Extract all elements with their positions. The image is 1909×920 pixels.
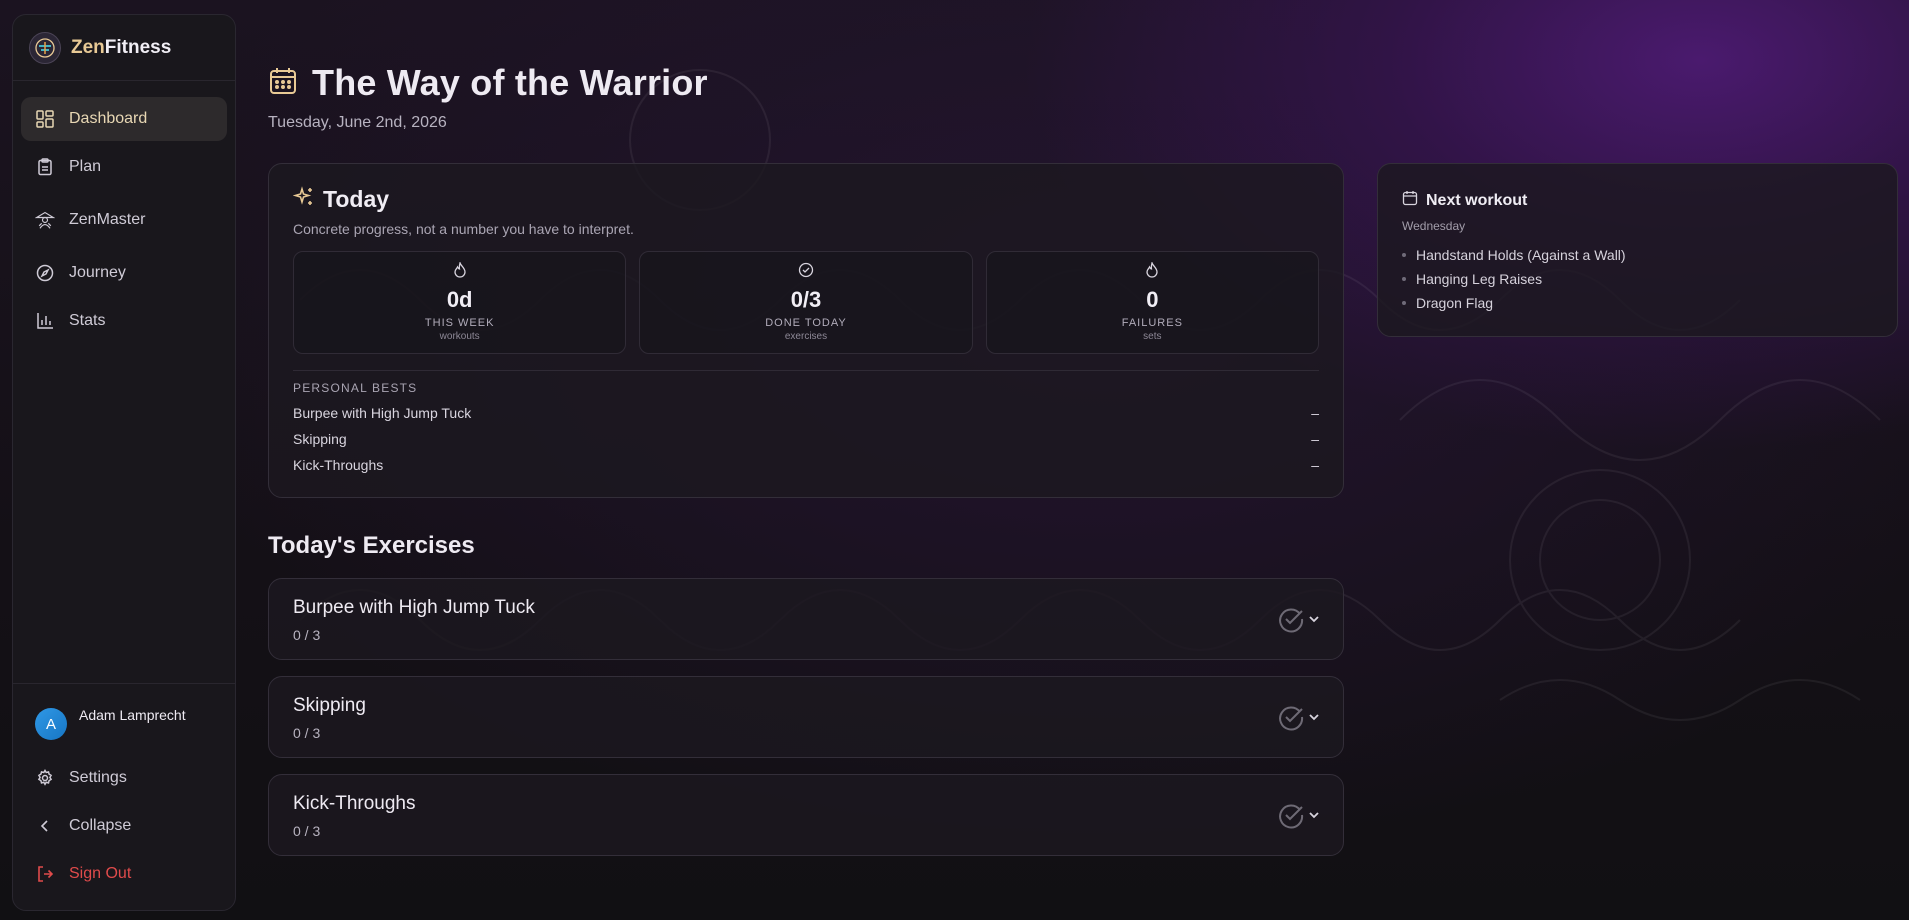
complete-check-button[interactable] bbox=[1277, 801, 1305, 834]
next-workout-title: Next workout bbox=[1426, 191, 1528, 209]
chevron-down-icon[interactable] bbox=[1307, 808, 1321, 827]
exercise-name: Kick-Throughs bbox=[293, 793, 416, 814]
stats-row: 0d THIS WEEK workouts 0/3 DONE TODAY exe… bbox=[293, 251, 1319, 354]
sidebar-item-plan[interactable]: Plan bbox=[21, 145, 227, 189]
stat-value: 0 bbox=[1146, 287, 1159, 312]
personal-best-row: Kick-Throughs – bbox=[293, 457, 1319, 473]
user-profile[interactable]: A Adam Lamprecht bbox=[21, 704, 227, 752]
personal-best-row: Burpee with High Jump Tuck – bbox=[293, 405, 1319, 421]
brand[interactable]: ZenFitness bbox=[13, 15, 235, 81]
stat-unit: workouts bbox=[439, 331, 480, 342]
brand-name: ZenFitness bbox=[71, 36, 172, 58]
sidebar-item-dashboard[interactable]: Dashboard bbox=[21, 97, 227, 141]
personal-best-value: – bbox=[1311, 405, 1319, 421]
exercise-progress: 0 / 3 bbox=[293, 627, 321, 643]
exercise-progress: 0 / 3 bbox=[293, 725, 321, 741]
exercise-name: Burpee with High Jump Tuck bbox=[293, 597, 535, 618]
sidebar-item-label: Stats bbox=[69, 312, 106, 329]
personal-best-value: – bbox=[1311, 457, 1319, 473]
exercise-card[interactable]: Skipping 0 / 3 bbox=[268, 676, 1344, 758]
personal-best-name: Kick-Throughs bbox=[293, 457, 384, 473]
compass-icon bbox=[35, 263, 55, 283]
personal-best-row: Skipping – bbox=[293, 431, 1319, 447]
dashboard-icon bbox=[35, 109, 55, 129]
settings-label: Settings bbox=[69, 769, 127, 786]
stat-value: 0d bbox=[446, 287, 473, 312]
today-title: Today bbox=[323, 186, 390, 212]
page-header: The Way of the Warrior Tuesday, June 2nd… bbox=[268, 62, 708, 132]
personal-best-value: – bbox=[1311, 431, 1319, 447]
stat-label: DONE TODAY bbox=[765, 317, 847, 329]
chevron-left-icon bbox=[35, 816, 55, 836]
personal-best-name: Burpee with High Jump Tuck bbox=[293, 405, 472, 421]
bar-chart-icon bbox=[35, 311, 55, 331]
calendar-icon bbox=[1402, 190, 1418, 211]
sidebar-item-stats[interactable]: Stats bbox=[21, 299, 227, 343]
settings-button[interactable]: Settings bbox=[21, 756, 227, 800]
stat-unit: sets bbox=[1143, 331, 1162, 342]
clipboard-icon bbox=[35, 157, 55, 177]
exercise-progress: 0 / 3 bbox=[293, 823, 321, 839]
next-workout-day: Wednesday bbox=[1402, 219, 1466, 233]
stat-value: 0/3 bbox=[790, 287, 822, 312]
page-title: The Way of the Warrior bbox=[312, 62, 708, 103]
next-workout-card: Next workout Wednesday Handstand Holds (… bbox=[1377, 163, 1898, 337]
flame-icon bbox=[1145, 260, 1159, 283]
avatar: A bbox=[35, 708, 67, 740]
sidebar-item-journey[interactable]: Journey bbox=[21, 251, 227, 295]
exercise-card[interactable]: Burpee with High Jump Tuck 0 / 3 bbox=[268, 578, 1344, 660]
today-subtitle: Concrete progress, not a number you have… bbox=[293, 221, 634, 237]
divider bbox=[293, 370, 1319, 371]
chevron-down-icon[interactable] bbox=[1307, 612, 1321, 631]
exercises-section-title: Today's Exercises bbox=[268, 532, 475, 559]
sidebar-item-label: Dashboard bbox=[69, 110, 148, 127]
list-item: Handstand Holds (Against a Wall) bbox=[1402, 247, 1873, 263]
sign-out-label: Sign Out bbox=[69, 865, 132, 882]
stat-label: THIS WEEK bbox=[424, 317, 495, 329]
chevron-down-icon[interactable] bbox=[1307, 710, 1321, 729]
stat-this-week: 0d THIS WEEK workouts bbox=[293, 251, 627, 354]
collapse-button[interactable]: Collapse bbox=[21, 804, 227, 848]
complete-check-button[interactable] bbox=[1277, 605, 1305, 638]
personal-bests-heading: PERSONAL BESTS bbox=[293, 381, 418, 395]
stat-failures: 0 FAILURES sets bbox=[985, 251, 1319, 354]
today-card: Today Concrete progress, not a number yo… bbox=[268, 163, 1344, 498]
stat-unit: exercises bbox=[784, 331, 828, 342]
complete-check-button[interactable] bbox=[1277, 703, 1305, 736]
sidebar-footer: A Adam Lamprecht Settings Collapse Sign … bbox=[13, 683, 235, 910]
exercise-name: Skipping bbox=[293, 695, 366, 716]
calendar-icon bbox=[268, 66, 298, 101]
brand-logo-icon bbox=[29, 31, 61, 64]
stat-label: FAILURES bbox=[1121, 317, 1183, 329]
sparkles-icon bbox=[292, 186, 315, 213]
gear-icon bbox=[35, 768, 55, 788]
sign-out-button[interactable]: Sign Out bbox=[21, 852, 227, 896]
page-date: Tuesday, June 2nd, 2026 bbox=[268, 114, 447, 131]
exercise-card[interactable]: Kick-Throughs 0 / 3 bbox=[268, 774, 1344, 856]
sidebar-item-label: Journey bbox=[69, 264, 126, 281]
sidebar: ZenFitness Dashboard Plan ZenMaster Jour… bbox=[12, 14, 236, 911]
user-name: Adam Lamprecht bbox=[79, 707, 186, 723]
flame-icon bbox=[453, 260, 467, 283]
main-nav: Dashboard Plan ZenMaster Journey Stats bbox=[13, 81, 235, 343]
list-item: Hanging Leg Raises bbox=[1402, 271, 1873, 287]
check-circle-icon bbox=[798, 262, 814, 283]
sign-out-icon bbox=[35, 864, 55, 884]
sidebar-item-zenmaster[interactable]: ZenMaster bbox=[21, 193, 227, 247]
stat-done-today: 0/3 DONE TODAY exercises bbox=[639, 251, 973, 354]
next-workout-list: Handstand Holds (Against a Wall) Hanging… bbox=[1402, 247, 1873, 311]
personal-best-name: Skipping bbox=[293, 431, 347, 447]
list-item: Dragon Flag bbox=[1402, 295, 1873, 311]
master-icon bbox=[35, 210, 55, 230]
sidebar-item-label: Plan bbox=[69, 158, 102, 175]
sidebar-item-label: ZenMaster bbox=[69, 211, 146, 228]
collapse-label: Collapse bbox=[69, 817, 132, 834]
